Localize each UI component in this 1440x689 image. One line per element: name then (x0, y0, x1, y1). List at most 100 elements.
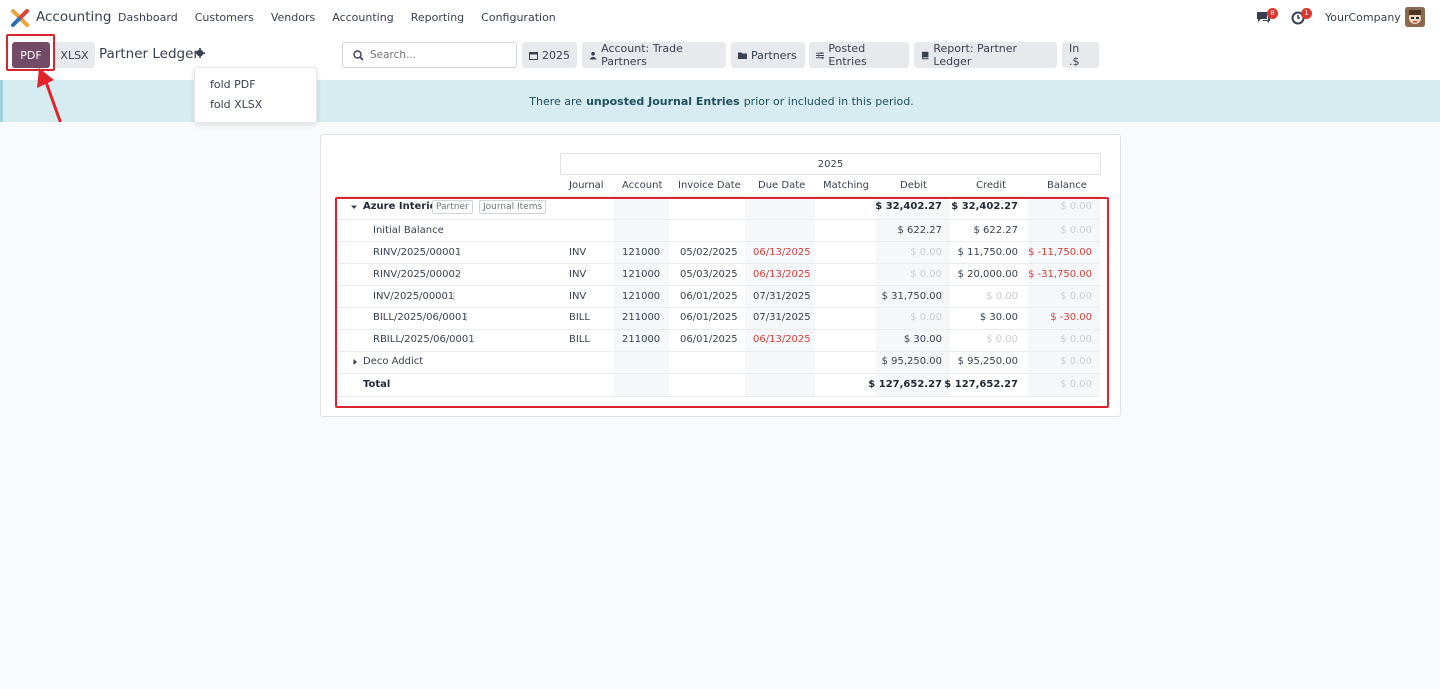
line-move-name[interactable]: RINV/2025/00001 (373, 247, 461, 258)
line-due-date: 06/13/2025 (753, 334, 811, 345)
user-icon (589, 51, 597, 60)
search-icon (353, 49, 364, 61)
kebab-menu-icon[interactable] (465, 313, 467, 321)
filter-account-label: Account: Trade Partners (601, 42, 683, 68)
period-header: 2025 (560, 153, 1101, 175)
line-move-name[interactable]: BILL/2025/06/0001 (373, 312, 468, 323)
calendar-icon (529, 51, 538, 60)
kebab-menu-icon[interactable] (458, 248, 460, 256)
filter-partners-label: Partners (751, 48, 797, 62)
row-divider (336, 285, 1100, 286)
deco-credit: $ 95,250.00 (957, 356, 1018, 367)
filter-currency[interactable]: In .$ (1062, 42, 1099, 68)
caret-right-icon[interactable] (352, 359, 358, 365)
row-divider (336, 196, 1100, 197)
line-journal: BILL (569, 334, 590, 345)
line-due-date: 07/31/2025 (753, 312, 811, 323)
filter-posted-label: Posted Entries (828, 42, 867, 68)
menu-vendors[interactable]: Vendors (271, 11, 315, 24)
line-credit: $ 30.00 (979, 312, 1018, 323)
line-debit: $ 30.00 (903, 334, 942, 345)
alert-bold-link[interactable]: unposted Journal Entries (586, 95, 740, 108)
line-balance: $ -31,750.00 (1027, 269, 1092, 280)
export-dropdown: fold PDF fold XLSX (194, 67, 317, 123)
row-divider (336, 396, 1100, 397)
line-journal: BILL (569, 312, 590, 323)
menu-reporting[interactable]: Reporting (411, 11, 464, 24)
col-balance: Balance (1047, 180, 1087, 191)
line-account: 121000 (622, 247, 661, 258)
line-balance: $ -30.00 (1050, 312, 1092, 323)
line-balance: $ 0.00 (1060, 291, 1092, 302)
user-avatar[interactable] (1405, 7, 1425, 27)
xlsx-button[interactable]: XLSX (54, 42, 95, 68)
journal-items-tag-button[interactable]: Journal Items (479, 200, 547, 214)
line-credit: $ 20,000.00 (957, 269, 1018, 280)
filter-account[interactable]: Account: Trade Partners (582, 42, 726, 68)
fold-xlsx-item[interactable]: fold XLSX (210, 98, 262, 111)
menu-accounting[interactable]: Accounting (332, 11, 393, 24)
line-credit: $ 0.00 (986, 334, 1018, 345)
line-balance: $ 0.00 (1060, 334, 1092, 345)
col-credit: Credit (976, 180, 1007, 191)
col-due-date: Due Date (758, 180, 806, 191)
folder-icon (738, 52, 747, 59)
group-credit: $ 32,402.27 (951, 201, 1018, 212)
line-account: 211000 (622, 334, 661, 345)
search-box[interactable] (342, 42, 517, 68)
line-move-name[interactable]: INV/2025/00001 (373, 291, 454, 302)
partner-tag-button[interactable]: Partner (432, 200, 473, 214)
app-name[interactable]: Accounting (36, 9, 111, 25)
line-invoice-date: 06/01/2025 (680, 312, 738, 323)
filter-date[interactable]: 2025 (522, 42, 577, 68)
col-invoice-date: Invoice Date (678, 180, 741, 191)
initial-balance-value: $ 0.00 (1060, 225, 1092, 236)
line-move-name[interactable]: RBILL/2025/06/0001 (373, 334, 475, 345)
accounting-app-icon[interactable] (11, 9, 29, 27)
deco-debit: $ 95,250.00 (881, 356, 942, 367)
line-journal: INV (569, 269, 587, 280)
filter-posted[interactable]: Posted Entries (809, 42, 909, 68)
line-invoice-date: 05/02/2025 (680, 247, 738, 258)
menu-configuration[interactable]: Configuration (481, 11, 556, 24)
filter-partners[interactable]: Partners (731, 42, 805, 68)
group-debit: $ 32,402.27 (875, 201, 942, 212)
alert-suffix: prior or included in this period. (743, 94, 914, 108)
chat-badge: 8 (1267, 8, 1278, 19)
line-due-date: 07/31/2025 (753, 291, 811, 302)
report-title: Partner Ledger (99, 46, 199, 62)
kebab-menu-icon[interactable] (458, 270, 460, 278)
row-divider (336, 307, 1100, 308)
gear-icon[interactable] (195, 48, 205, 58)
total-balance: $ 0.00 (1060, 379, 1092, 390)
col-matching: Matching (823, 180, 869, 191)
line-debit: $ 0.00 (910, 269, 942, 280)
total-credit: $ 127,652.27 (944, 379, 1018, 390)
line-account: 121000 (622, 269, 661, 280)
kebab-menu-icon[interactable] (453, 292, 455, 300)
col-journal: Journal (569, 180, 604, 191)
search-input[interactable] (370, 49, 510, 61)
col-debit: Debit (900, 180, 927, 191)
kebab-menu-icon[interactable] (471, 335, 473, 343)
line-move-name[interactable]: RINV/2025/00002 (373, 269, 461, 280)
main-menu: Dashboard Customers Vendors Accounting R… (118, 11, 573, 24)
line-journal: INV (569, 247, 587, 258)
partner-azure-interior[interactable]: Azure Interior (363, 201, 441, 212)
caret-down-icon[interactable] (351, 204, 357, 210)
initial-balance-label: Initial Balance (373, 225, 444, 236)
group-balance: $ 0.00 (1060, 201, 1092, 212)
line-balance: $ -11,750.00 (1027, 247, 1092, 258)
filter-currency-label: In .$ (1069, 42, 1080, 68)
pdf-button[interactable]: PDF (12, 42, 50, 68)
company-switcher[interactable]: YourCompany (1325, 11, 1401, 24)
line-debit: $ 31,750.00 (881, 291, 942, 302)
total-label: Total (363, 379, 391, 390)
initial-debit: $ 622.27 (897, 225, 942, 236)
partner-deco-addict[interactable]: Deco Addict (363, 356, 423, 367)
menu-customers[interactable]: Customers (195, 11, 254, 24)
top-navbar: Accounting Dashboard Customers Vendors A… (0, 0, 1440, 36)
menu-dashboard[interactable]: Dashboard (118, 11, 178, 24)
fold-pdf-item[interactable]: fold PDF (210, 78, 256, 91)
filter-report[interactable]: Report: Partner Ledger (914, 42, 1057, 68)
